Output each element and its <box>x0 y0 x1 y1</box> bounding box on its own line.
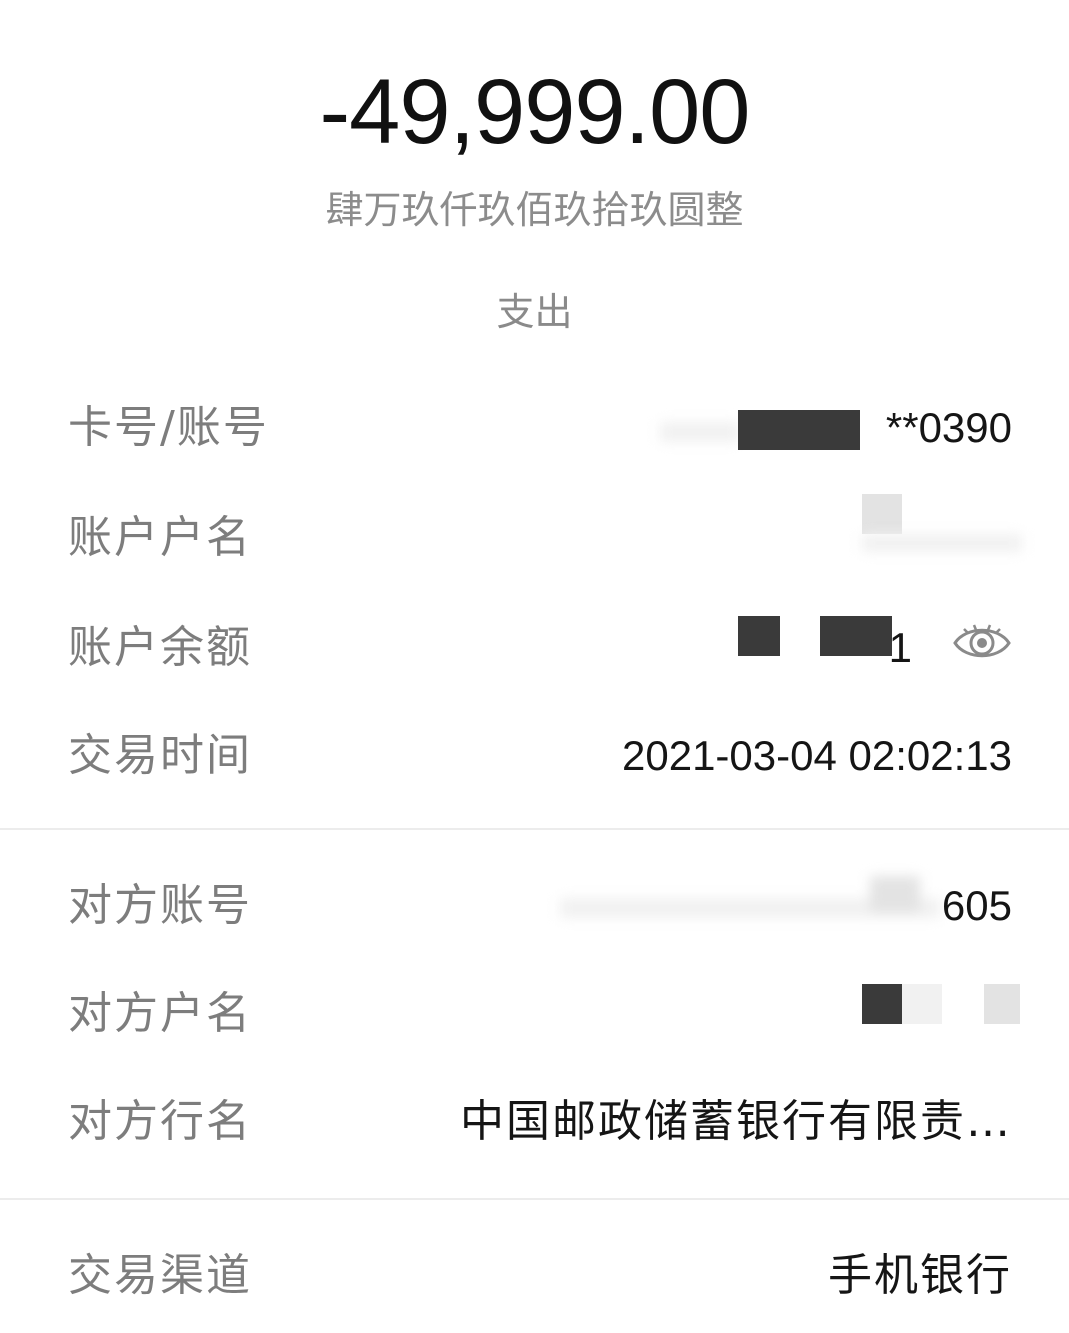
counterparty-name-redaction-2 <box>902 984 942 1024</box>
balance-value: 1 <box>888 624 912 671</box>
row-balance: 账户余额 1 <box>0 598 1069 698</box>
channel-label: 交易渠道 <box>68 1250 252 1301</box>
card-number-value: **0390 <box>885 404 1012 451</box>
account-name-label: 账户户名 <box>68 512 252 563</box>
counterparty-account-label: 对方账号 <box>68 880 252 931</box>
row-time: 交易时间 2021-03-04 02:02:13 <box>0 706 1069 806</box>
eye-icon[interactable] <box>952 620 1012 666</box>
account-name-redaction-blur <box>862 532 1022 556</box>
transaction-amount-words: 肆万玖仟玖佰玖拾玖圆整 <box>325 188 744 232</box>
transaction-amount: -49,999.00 <box>319 61 751 163</box>
counterparty-bank-value: 中国邮政储蓄银行有限责… <box>460 1096 1012 1147</box>
account-name-redaction <box>862 494 902 534</box>
card-number-redaction-blur <box>660 418 740 446</box>
counterparty-account-redaction-blur <box>540 876 950 930</box>
channel-value: 手机银行 <box>828 1250 1012 1301</box>
counterparty-name-redaction-3 <box>984 984 1020 1024</box>
counterparty-name-redaction-1 <box>862 984 902 1024</box>
row-counterparty-bank: 对方行名 中国邮政储蓄银行有限责… <box>0 1072 1069 1172</box>
time-label: 交易时间 <box>68 730 252 781</box>
card-number-label: 卡号/账号 <box>68 402 269 453</box>
section-divider-1 <box>0 828 1069 830</box>
row-account-name: 账户户名 <box>0 488 1069 588</box>
balance-redaction-2 <box>820 616 892 656</box>
section-divider-2 <box>0 1198 1069 1200</box>
counterparty-bank-label: 对方行名 <box>68 1096 252 1147</box>
transaction-direction: 支出 <box>496 290 573 334</box>
row-card-number: 卡号/账号 **0390 <box>0 378 1069 478</box>
time-value: 2021-03-04 02:02:13 <box>622 732 1012 779</box>
row-counterparty-name: 对方户名 <box>0 964 1069 1064</box>
row-counterparty-account: 对方账号 605 <box>0 856 1069 956</box>
counterparty-name-label: 对方户名 <box>68 988 252 1039</box>
card-number-redaction <box>738 410 860 450</box>
balance-label: 账户余额 <box>68 622 252 673</box>
row-channel: 交易渠道 手机银行 <box>0 1226 1069 1326</box>
balance-redaction-1 <box>738 616 780 656</box>
counterparty-account-value: 605 <box>941 882 1012 929</box>
